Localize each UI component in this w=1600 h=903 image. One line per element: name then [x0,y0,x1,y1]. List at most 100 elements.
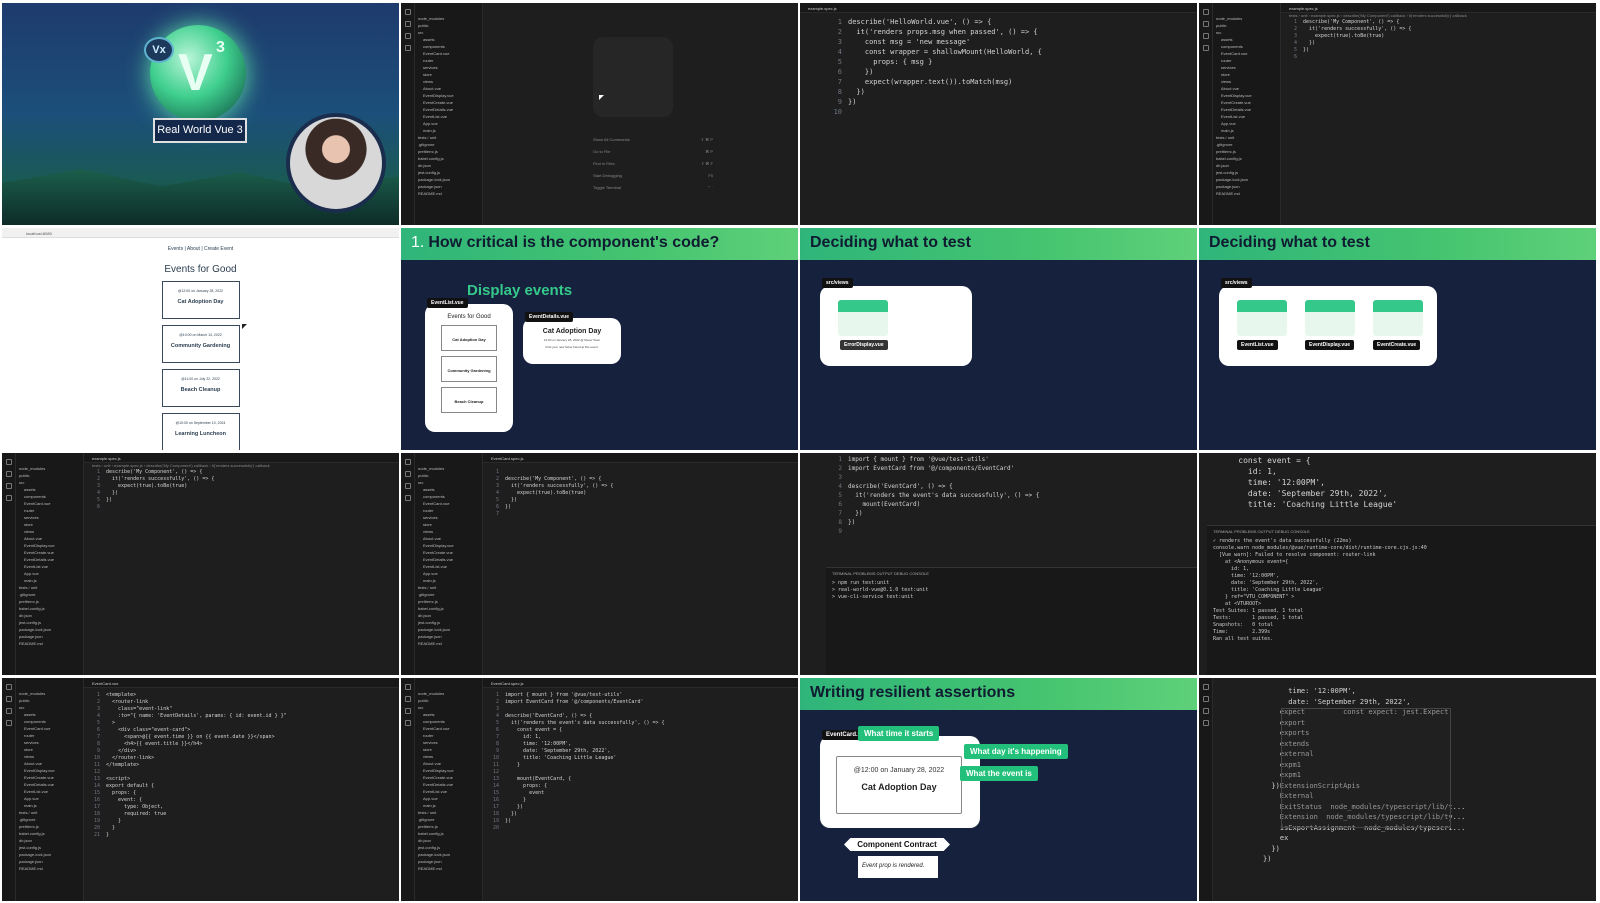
file-tree-item[interactable]: EventList.vue [415,788,482,795]
file-tree-item[interactable]: App.vue [16,795,83,802]
file-tree-item[interactable]: README.md [1213,190,1280,197]
file-tree-item[interactable]: EventDisplay.vue [1213,92,1280,99]
terminal-panel[interactable]: TERMINAL PROBLEMS OUTPUT DEBUG CONSOLE >… [826,567,1197,675]
code-editor[interactable]: 1 describe('HelloWorld.vue', () => {2 it(… [800,13,1197,117]
file-tree-item[interactable]: assets [415,486,482,493]
file-tree-item[interactable]: EventList.vue [1213,113,1280,120]
file-tree-item[interactable]: README.md [16,640,83,647]
file-tree-item[interactable]: db.json [16,837,83,844]
file-tree-item[interactable]: store [1213,71,1280,78]
file-tree-item[interactable]: package.json [1213,183,1280,190]
slide-deciding-1[interactable]: Deciding what to test src/views ErrorDis… [800,228,1197,450]
file-tree-item[interactable]: About.vue [1213,85,1280,92]
vscode-welcome-cell[interactable]: node_modules public src assets components Eve… [401,3,798,225]
file-tree-item[interactable]: babel.config.js [415,605,482,612]
file-tree-item[interactable]: .gitignore [16,591,83,598]
file-tree-item[interactable]: services [16,514,83,521]
file-tree-item[interactable]: components [415,718,482,725]
editor-tab[interactable]: example.spec.js [84,453,399,463]
file-tree-item[interactable]: package.json [16,633,83,640]
file-tree-item[interactable]: views [415,528,482,535]
file-tree-item[interactable]: EventList.vue [415,113,482,120]
terminal-tabs[interactable]: TERMINAL PROBLEMS OUTPUT DEBUG CONSOLE [1213,529,1590,534]
event-card[interactable]: @10:00 on March 14, 2022 Community Garden… [161,325,240,363]
file-tree-item[interactable]: App.vue [415,795,482,802]
example-spec-cell[interactable]: node_modules public src assets components Eve… [2,453,399,675]
helloworld-spec-cell[interactable]: example.spec.js 1 describe('HelloWorld.vu… [800,3,1197,225]
file-tree-item[interactable]: prettierrc.js [415,148,482,155]
file-tree-item[interactable]: package-lock.json [415,176,482,183]
file-tree-item[interactable]: App.vue [415,120,482,127]
file-tree-item[interactable]: App.vue [16,570,83,577]
file-tree-item[interactable]: services [415,64,482,71]
file-tree-item[interactable]: babel.config.js [16,830,83,837]
file-tree-item[interactable]: EventDetails.vue [16,781,83,788]
slide-how-critical[interactable]: 1. How critical is the component's code? … [401,228,798,450]
file-tree-item[interactable]: components [16,718,83,725]
file-explorer[interactable]: node_modules public src assets components Eve… [16,678,84,901]
file-tree-item[interactable]: EventCard.vue [16,725,83,732]
file-tree-item[interactable]: .gitignore [415,591,482,598]
file-tree-item[interactable]: db.json [415,612,482,619]
file-tree-item[interactable]: README.md [415,865,482,872]
file-tree-item[interactable]: jest.config.js [1213,169,1280,176]
code-editor[interactable]: 1 import { mount } from '@vue/test-utils'… [800,453,1197,536]
file-tree-item[interactable]: tests / unit [16,809,83,816]
file-tree-item[interactable]: About.vue [16,535,83,542]
file-tree-item[interactable]: views [16,753,83,760]
eventcard-spec-props-cell[interactable]: node_modules public src assets components Eve… [401,678,798,901]
file-tree-item[interactable]: EventList.vue [415,563,482,570]
file-tree-item[interactable]: tests / unit [415,809,482,816]
file-tree-item[interactable]: main.js [16,802,83,809]
file-tree-item[interactable]: services [415,739,482,746]
file-tree-item[interactable]: EventDisplay.vue [415,92,482,99]
code-editor[interactable]: const event = { id: 1, time: '12:00PM', … [1199,453,1596,510]
file-tree-item[interactable]: main.js [415,577,482,584]
file-tree-item[interactable]: About.vue [415,760,482,767]
file-tree-item[interactable]: README.md [415,640,482,647]
terminal-panel[interactable]: TERMINAL PROBLEMS OUTPUT DEBUG CONSOLE ✓… [1207,525,1596,675]
code-editor[interactable]: 1 import { mount } from '@vue/test-utils'… [483,688,798,832]
file-tree-item[interactable]: assets [1213,36,1280,43]
file-tree-item[interactable]: package-lock.json [16,626,83,633]
file-tree-item[interactable]: babel.config.js [16,605,83,612]
file-tree-item[interactable]: db.json [1213,162,1280,169]
file-tree-item[interactable]: src [415,704,482,711]
file-tree-item[interactable]: prettierrc.js [1213,148,1280,155]
file-tree-item[interactable]: node_modules [16,465,83,472]
file-tree-item[interactable]: prettierrc.js [415,598,482,605]
file-tree-item[interactable]: EventCreate.vue [16,549,83,556]
file-tree-item[interactable]: App.vue [1213,120,1280,127]
file-tree-item[interactable]: tests / unit [16,584,83,591]
file-tree-item[interactable]: services [1213,64,1280,71]
file-tree-item[interactable]: public [16,697,83,704]
file-tree-item[interactable]: .gitignore [1213,141,1280,148]
file-tree-item[interactable]: node_modules [415,15,482,22]
file-tree-item[interactable]: .gitignore [16,816,83,823]
file-tree-item[interactable]: assets [16,711,83,718]
file-tree-item[interactable]: router [415,507,482,514]
file-tree-item[interactable]: .gitignore [415,141,482,148]
file-tree-item[interactable]: tests / unit [415,134,482,141]
file-tree-item[interactable]: jest.config.js [415,169,482,176]
file-tree-item[interactable]: node_modules [415,465,482,472]
slide-resilient-assertions[interactable]: Writing resilient assertions EventCard.v… [800,678,1197,901]
file-tree-item[interactable]: EventDetails.vue [16,556,83,563]
address-bar[interactable]: localhost:8080 [26,231,52,236]
file-tree-item[interactable]: store [415,71,482,78]
file-tree-item[interactable]: jest.config.js [16,619,83,626]
file-tree-item[interactable]: main.js [415,127,482,134]
file-tree-item[interactable]: About.vue [16,760,83,767]
editor-tab[interactable]: EventCard.spec.js [483,678,798,688]
file-tree-item[interactable]: About.vue [415,85,482,92]
file-tree-item[interactable]: EventCard.vue [16,500,83,507]
file-tree-item[interactable]: store [415,521,482,528]
editor-tab[interactable]: EventCard.spec.js [483,453,798,463]
file-explorer[interactable]: node_modules public src assets components Eve… [1213,3,1281,225]
code-editor[interactable]: 1 <template> 2 <router-link 3 class="event-… [84,688,399,839]
file-tree-item[interactable]: EventList.vue [16,788,83,795]
file-tree-item[interactable]: services [415,514,482,521]
file-tree-item[interactable]: src [16,479,83,486]
file-tree-item[interactable]: babel.config.js [1213,155,1280,162]
file-tree-item[interactable]: babel.config.js [415,830,482,837]
